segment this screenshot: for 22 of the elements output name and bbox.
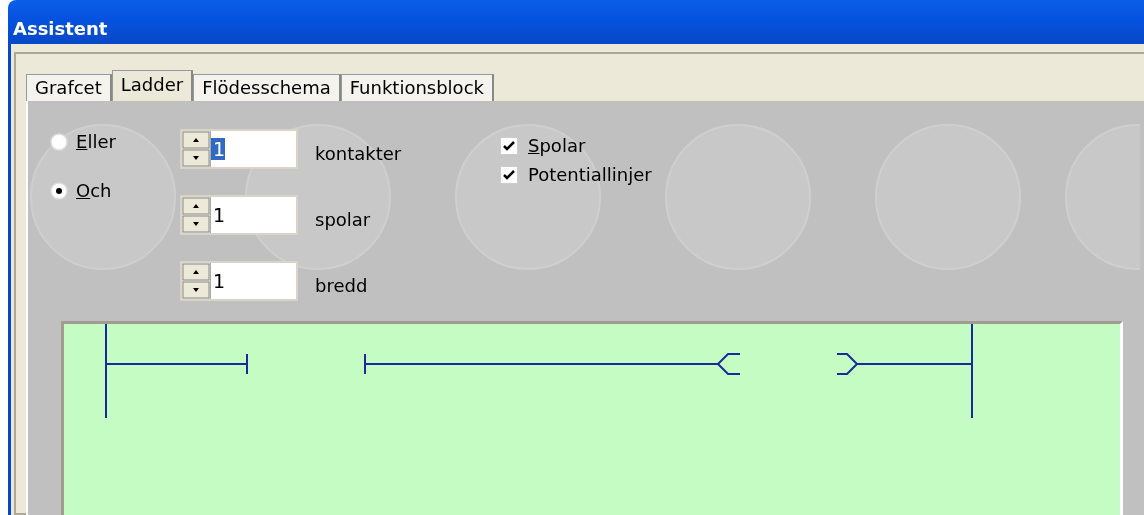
spin-field[interactable]: 1 (180, 129, 298, 169)
radio-option[interactable]: Och (50, 180, 180, 201)
radio-option[interactable]: Eller (50, 131, 180, 152)
tab[interactable]: Funktionsblock (340, 74, 494, 101)
spin-field[interactable]: 1 (180, 195, 298, 235)
checkbox[interactable] (500, 165, 518, 184)
spin-arrows-icon[interactable] (182, 263, 211, 299)
spin-arrows-icon[interactable] (182, 197, 211, 233)
tab[interactable]: Grafcet (26, 74, 112, 101)
tab[interactable]: Ladder (111, 70, 194, 101)
spin-arrows-icon[interactable] (182, 131, 211, 167)
radio-button[interactable] (50, 181, 68, 200)
checkbox-option[interactable]: Potentiallinjer (500, 164, 652, 185)
spin-field[interactable]: 1 (180, 261, 298, 301)
field-label: bredd (315, 273, 368, 296)
field-label: spolar (315, 207, 371, 230)
window-title: Assistent (13, 16, 108, 39)
checkbox-option[interactable]: Spolar (500, 135, 652, 156)
checkbox[interactable] (500, 136, 518, 155)
radio-button[interactable] (50, 132, 68, 151)
field-label: kontakter (315, 141, 402, 164)
tab[interactable]: Flödesschema (193, 74, 341, 101)
